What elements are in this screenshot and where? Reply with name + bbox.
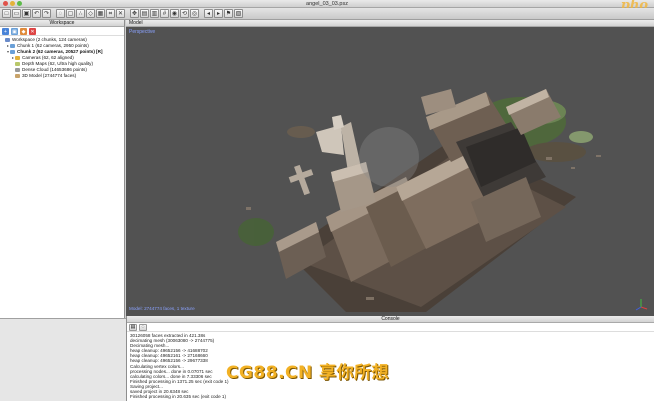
merge-chunks-icon[interactable]: ◆ xyxy=(20,28,27,35)
eye-icon[interactable]: ◎ xyxy=(190,9,199,18)
add-photos-icon[interactable]: ▣ xyxy=(11,28,18,35)
tree-node-icon xyxy=(15,62,20,66)
console-tools: ▤ ◌ xyxy=(127,323,654,332)
tree-node-icon xyxy=(5,38,10,42)
console-log: 30126058 faces extracted in 421.38s decim… xyxy=(127,332,654,400)
reset-view-icon[interactable]: ⟲ xyxy=(180,9,189,18)
model-view-header: Model xyxy=(126,20,654,27)
undo-icon[interactable]: ↶ xyxy=(32,9,41,18)
redo-icon[interactable]: ↷ xyxy=(42,9,51,18)
workspace-header: Workspace xyxy=(0,20,124,27)
marker-icon[interactable]: ⚑ xyxy=(224,9,233,18)
tree-node-icon xyxy=(15,56,20,60)
rotation-sphere xyxy=(359,127,419,187)
add-chunk-icon[interactable]: + xyxy=(2,28,9,35)
view-top-icon[interactable]: ▥ xyxy=(150,9,159,18)
workspace-panel: Workspace + ▣ ◆ ✕ Workspace (2 chunks, 1… xyxy=(0,20,125,318)
remove-item-icon[interactable]: ✕ xyxy=(29,28,36,35)
new-icon[interactable]: □ xyxy=(2,9,11,18)
view-mode-label: Perspective xyxy=(129,29,156,35)
arrow-right-icon[interactable]: ▸ xyxy=(214,9,223,18)
main-toolbar: □ ▭ ▣ ↶ ↷ ◌ ▢ ∴ ◇ ▦ ⌗ ✕ ✥ ▤ ▥ # ◉ ⟲ ◎ ◂ ▸ ⚑ ▧ xyxy=(0,8,654,20)
toolbar-separator xyxy=(52,9,55,18)
rect-select-icon[interactable]: ▢ xyxy=(66,9,75,18)
point-cloud-icon[interactable]: ∴ xyxy=(76,9,85,18)
save-icon[interactable]: ▣ xyxy=(22,9,31,18)
crop-icon[interactable]: ⌗ xyxy=(106,9,115,18)
tree-node-icon xyxy=(15,74,20,78)
reconstructed-3d-model xyxy=(238,89,601,312)
axis-gizmo xyxy=(635,299,648,311)
log-line: Finished processing in 20.635 sec (exit … xyxy=(130,394,227,400)
model-viewport[interactable]: Perspective Model: 2744774 faces, 1 text… xyxy=(126,27,654,316)
tree-node-icon xyxy=(15,68,20,72)
navigate-icon[interactable]: ✥ xyxy=(130,9,139,18)
mask-icon[interactable]: ▧ xyxy=(234,9,243,18)
tree-node-icon xyxy=(10,50,15,54)
texture-icon[interactable]: ▦ xyxy=(96,9,105,18)
camera-icon[interactable]: ◉ xyxy=(170,9,179,18)
console-header: Console xyxy=(127,316,654,323)
tree-item[interactable]: 3D Model (2744774 faces) xyxy=(1,73,124,79)
stone-cross xyxy=(288,164,314,196)
model-info-label: Model: 2744774 faces, 1 texture xyxy=(129,306,195,311)
workspace-empty-area xyxy=(0,318,126,401)
console-panel: Console ▤ ◌ 30126058 faces extracted in … xyxy=(126,316,654,401)
window-title: angel_03_03.psz xyxy=(306,1,348,7)
grid-icon[interactable]: # xyxy=(160,9,169,18)
workspace-tree: Workspace (2 chunks, 124 cameras) ▸ Chunk … xyxy=(0,36,124,79)
tree-node-icon xyxy=(10,44,15,48)
close-icon[interactable]: ✕ xyxy=(116,9,125,18)
lasso-icon[interactable]: ◌ xyxy=(56,9,65,18)
tree-item-label: 3D Model (2744774 faces) xyxy=(22,73,77,78)
toolbar-separator xyxy=(126,9,129,18)
clear-log-icon[interactable]: ◌ xyxy=(139,324,147,331)
arrow-left-icon[interactable]: ◂ xyxy=(204,9,213,18)
mesh-icon[interactable]: ◇ xyxy=(86,9,95,18)
view-front-icon[interactable]: ▤ xyxy=(140,9,149,18)
watermark-text-bottom: CG88.CN 享你所想 xyxy=(226,363,390,383)
workspace-tools: + ▣ ◆ ✕ xyxy=(0,27,124,36)
toolbar-separator xyxy=(200,9,203,18)
save-log-icon[interactable]: ▤ xyxy=(129,324,137,331)
window-titlebar: angel_03_03.psz xyxy=(0,0,654,8)
open-icon[interactable]: ▭ xyxy=(12,9,21,18)
